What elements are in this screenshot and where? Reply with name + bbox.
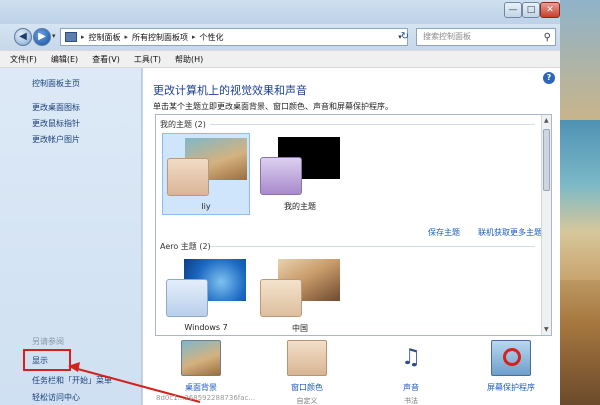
control-panel-icon [65, 32, 77, 42]
personalization-window: — □ ✕ ◀ ▶ ▾ ▸ 控制面板 ▸ 所有控制面板项 ▸ 个性化 ▾ ↻ 搜… [0, 0, 560, 405]
menu-tools[interactable]: 工具(T) [134, 54, 161, 65]
sidebar-item-ease-of-access[interactable]: 轻松访问中心 [32, 392, 80, 403]
sounds-value: 书法 [404, 397, 418, 405]
breadcrumb-all-items[interactable]: 所有控制面板项 [132, 32, 188, 43]
scroll-up-icon[interactable]: ▲ [544, 117, 549, 124]
sounds-button[interactable]: ♫ 声音 书法 [371, 340, 451, 405]
sidebar-item-mouse-pointers[interactable]: 更改鼠标指针 [32, 118, 80, 129]
help-icon[interactable]: ? [543, 72, 555, 84]
screen-saver-icon [491, 340, 531, 376]
desktop-background-label: 桌面背景 [185, 383, 217, 392]
window-color-label: 窗口颜色 [291, 383, 323, 392]
display-highlight-annotation [23, 349, 71, 371]
title-bar: — □ ✕ [0, 0, 560, 24]
theme-name: Windows 7 [184, 323, 228, 332]
menu-view[interactable]: 查看(V) [92, 54, 120, 65]
menu-edit[interactable]: 编辑(E) [51, 54, 78, 65]
sidebar-item-taskbar[interactable]: 任务栏和「开始」菜单 [32, 375, 112, 386]
sidebar: 控制面板主页 更改桌面图标 更改鼠标指针 更改帐户图片 另请参阅 显示 任务栏和… [0, 68, 142, 405]
theme-glass-thumbnail [260, 279, 302, 317]
menu-file[interactable]: 文件(F) [10, 54, 37, 65]
window-color-button[interactable]: 窗口颜色 自定义 [267, 340, 347, 405]
sidebar-item-desktop-icons[interactable]: 更改桌面图标 [32, 102, 80, 113]
sidebar-item-account-picture[interactable]: 更改帐户图片 [32, 134, 80, 145]
window-color-icon [287, 340, 327, 376]
page-subtitle: 单击某个主题立即更改桌面背景、窗口颜色、声音和屏幕保护程序。 [153, 102, 393, 111]
sounds-label: 声音 [403, 383, 419, 392]
sidebar-see-also-heading: 另请参阅 [32, 337, 64, 346]
theme-glass-thumbnail [167, 158, 209, 196]
breadcrumb-personalization[interactable]: 个性化 [200, 32, 224, 43]
theme-list[interactable]: 我的主题 (2) liy 我的主题 保存主题 联机获取更多主题 Aero 主题 … [155, 114, 552, 336]
group-divider [210, 246, 535, 247]
menu-help[interactable]: 帮助(H) [175, 54, 203, 65]
theme-tile-china[interactable]: 中国 [256, 255, 344, 335]
search-icon[interactable]: ⚲ [544, 30, 551, 46]
main-content: ? 更改计算机上的视觉效果和声音 单击某个主题立即更改桌面背景、窗口颜色、声音和… [143, 68, 560, 405]
scroll-thumb[interactable] [543, 129, 550, 191]
screen-saver-label: 屏幕保护程序 [487, 383, 535, 392]
theme-name: 中国 [292, 324, 308, 333]
address-row: ◀ ▶ ▾ ▸ 控制面板 ▸ 所有控制面板项 ▸ 个性化 ▾ ↻ 搜索控制面板 … [0, 24, 560, 50]
window-color-value: 自定义 [296, 397, 318, 405]
watermark: 8d0c1...268592288736fac... [156, 394, 256, 402]
theme-list-scrollbar[interactable]: ▲ ▼ [541, 115, 551, 335]
aero-themes-label: Aero 主题 (2) [160, 242, 211, 251]
page-title: 更改计算机上的视觉效果和声音 [153, 84, 307, 97]
breadcrumb-separator: ▸ [124, 33, 129, 41]
menu-bar: 文件(F) 编辑(E) 查看(V) 工具(T) 帮助(H) [0, 50, 560, 68]
breadcrumb-control-panel[interactable]: 控制面板 [89, 32, 121, 43]
search-input[interactable]: 搜索控制面板 ⚲ [416, 28, 556, 46]
save-theme-link[interactable]: 保存主题 [428, 227, 460, 238]
get-more-themes-link[interactable]: 联机获取更多主题 [478, 227, 542, 238]
theme-name: 我的主题 [284, 202, 316, 211]
address-bar[interactable]: ▸ 控制面板 ▸ 所有控制面板项 ▸ 个性化 ▾ [60, 28, 408, 46]
screen-saver-button[interactable]: 屏幕保护程序 [471, 340, 551, 396]
scroll-down-icon[interactable]: ▼ [544, 326, 549, 333]
my-themes-label: 我的主题 (2) [160, 120, 206, 129]
theme-tile-liy[interactable]: liy [162, 133, 250, 215]
minimize-button[interactable]: — [504, 2, 522, 18]
sidebar-item-home[interactable]: 控制面板主页 [32, 78, 80, 89]
desktop-wallpaper [558, 0, 600, 405]
desktop-background-icon [181, 340, 221, 376]
desktop-background-button[interactable]: 桌面背景 [161, 340, 241, 396]
sounds-icon: ♫ [401, 345, 421, 370]
theme-tile-windows-7[interactable]: Windows 7 [162, 255, 250, 335]
theme-name: liy [201, 202, 211, 211]
recent-pages-dropdown[interactable]: ▾ [52, 32, 56, 40]
search-placeholder: 搜索控制面板 [423, 32, 471, 41]
theme-glass-thumbnail [260, 157, 302, 195]
no-screen-saver-icon [503, 348, 521, 366]
breadcrumb-separator: ▸ [192, 33, 196, 41]
close-button[interactable]: ✕ [540, 2, 560, 18]
breadcrumb-separator: ▸ [81, 33, 85, 41]
maximize-button[interactable]: □ [522, 2, 540, 18]
theme-tile-my-theme[interactable]: 我的主题 [256, 133, 344, 215]
refresh-icon[interactable]: ↻ [398, 29, 412, 45]
forward-button[interactable]: ▶ [33, 28, 51, 46]
group-divider [210, 124, 535, 125]
back-button[interactable]: ◀ [14, 28, 32, 46]
theme-glass-thumbnail [166, 279, 208, 317]
wallpaper-sea [558, 120, 600, 280]
